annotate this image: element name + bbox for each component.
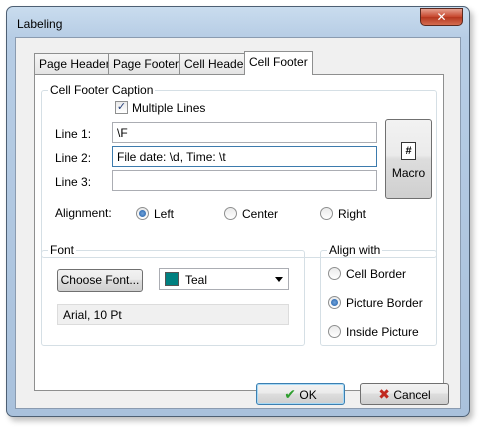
align-left-radio[interactable] <box>136 207 149 220</box>
inside-picture-label: Inside Picture <box>346 325 419 339</box>
tab-cell-footer[interactable]: Cell Footer <box>244 51 313 75</box>
choose-font-label: Choose Font... <box>60 273 140 287</box>
picture-border-radio[interactable] <box>328 296 341 309</box>
font-color-value: Teal <box>185 273 208 287</box>
ok-label: OK <box>299 388 317 402</box>
dialog-client: Page Header Page Footer Cell Header Cell… <box>15 37 461 409</box>
close-icon: ✕ <box>436 10 447 24</box>
current-font-text: Arial, 10 Pt <box>63 308 122 322</box>
chevron-down-icon <box>275 277 283 282</box>
font-color-select[interactable]: Teal <box>159 268 289 290</box>
align-center-radio[interactable] <box>224 207 237 220</box>
alignment-label: Alignment: <box>55 206 112 220</box>
checkmark-icon: ✔ <box>284 386 297 402</box>
line2-input[interactable] <box>112 146 377 167</box>
cell-border-radio[interactable] <box>328 267 341 280</box>
tab-page-header[interactable]: Page Header <box>34 53 110 74</box>
inside-picture-radio[interactable] <box>328 325 341 338</box>
choose-font-button[interactable]: Choose Font... <box>57 269 143 292</box>
tab-label: Cell Footer <box>249 55 308 69</box>
cancel-label: Cancel <box>393 388 431 402</box>
current-font-display: Arial, 10 Pt <box>57 304 289 325</box>
line3-label: Line 3: <box>55 175 92 189</box>
x-mark-icon: ✖ <box>378 386 391 402</box>
tab-cell-header[interactable]: Cell Header <box>179 53 248 74</box>
tab-page-footer[interactable]: Page Footer <box>108 53 180 74</box>
hash-icon: # <box>401 142 416 160</box>
macro-button[interactable]: # Macro <box>385 119 432 199</box>
font-group-title: Font <box>48 243 77 257</box>
align-right-radio[interactable] <box>320 207 333 220</box>
labeling-dialog: Labeling ✕ Page Header Page Footer Cell … <box>6 6 470 417</box>
line3-input[interactable] <box>112 170 377 191</box>
window-title: Labeling <box>17 17 63 31</box>
line2-label: Line 2: <box>55 151 92 165</box>
tab-label: Page Header <box>39 57 110 71</box>
title-bar[interactable]: Labeling ✕ <box>7 7 469 37</box>
cell-border-label: Cell Border <box>346 267 407 281</box>
caption-group-title: Cell Footer Caption <box>48 83 156 97</box>
align-with-title: Align with <box>327 243 383 257</box>
multiple-lines-label: Multiple Lines <box>132 101 206 115</box>
color-swatch <box>165 272 179 286</box>
line1-label: Line 1: <box>55 127 92 141</box>
ok-button[interactable]: ✔ OK <box>256 383 345 405</box>
cancel-button[interactable]: ✖ Cancel <box>360 383 449 405</box>
macro-button-label: Macro <box>391 166 426 180</box>
close-button[interactable]: ✕ <box>420 8 463 26</box>
align-left-label: Left <box>154 207 175 221</box>
tab-label: Page Footer <box>113 57 180 71</box>
line1-input[interactable] <box>112 122 377 143</box>
picture-border-label: Picture Border <box>346 296 423 310</box>
font-group: Font <box>41 243 305 346</box>
multiple-lines-checkbox[interactable]: ✓ <box>115 101 128 114</box>
tab-label: Cell Header <box>184 57 248 71</box>
tab-panel-cell-footer: Cell Footer Caption ✓ Multiple Lines Lin… <box>34 74 444 391</box>
align-center-label: Center <box>242 207 279 221</box>
align-right-label: Right <box>338 207 367 221</box>
